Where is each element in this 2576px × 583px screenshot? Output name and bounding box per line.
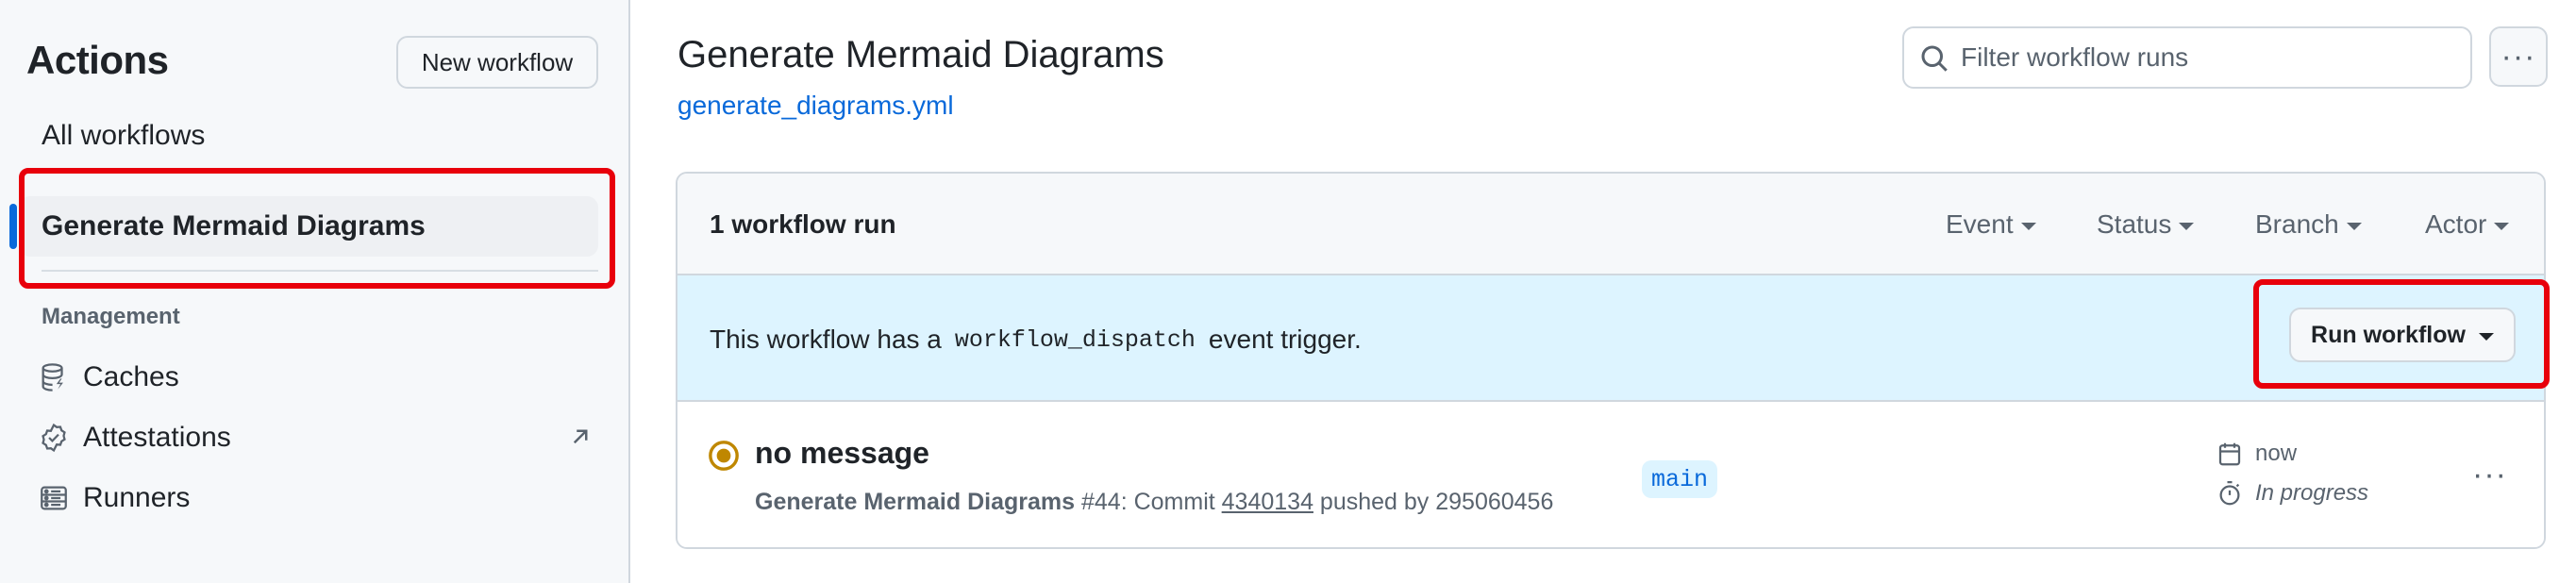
filter-event-dropdown[interactable]: Event (1946, 209, 2036, 240)
table-row[interactable]: no message Generate Mermaid Diagrams #44… (677, 402, 2544, 547)
sidebar-item-caches[interactable]: Caches (38, 347, 179, 408)
sidebar-divider (42, 270, 598, 272)
banner-text: This workflow has a workflow_dispatch even… (710, 325, 1362, 355)
run-title[interactable]: no message (755, 436, 929, 471)
filter-label: Branch (2255, 209, 2339, 239)
run-time-text: now (2255, 441, 2298, 466)
banner-prefix: This workflow has a (710, 325, 942, 354)
filter-placeholder: Filter workflow runs (1961, 42, 2189, 72)
run-duration: In progress (2216, 479, 2368, 508)
run-status-text: In progress (2255, 480, 2369, 506)
sidebar-item-label: Runners (83, 482, 191, 513)
sidebar-section-management: Management (42, 304, 180, 329)
external-link-icon (573, 429, 588, 444)
workflow-file-link[interactable]: generate_diagrams.yml (677, 91, 954, 121)
filter-workflow-runs-input[interactable]: Filter workflow runs (1902, 26, 2472, 89)
sidebar-item-label: Attestations (83, 422, 231, 453)
database-icon (38, 361, 70, 393)
filter-actor-dropdown[interactable]: Actor (2425, 209, 2510, 240)
stopwatch-icon (2219, 481, 2240, 506)
chevron-down-icon (2346, 223, 2362, 230)
sidebar-title: Actions (26, 38, 169, 82)
highlight-box-run-workflow (2253, 279, 2550, 389)
run-meta: Generate Mermaid Diagrams #44: Commit 43… (755, 489, 1553, 516)
server-icon (38, 482, 70, 514)
filter-label: Event (1946, 209, 2014, 239)
calendar-icon (2218, 442, 2241, 466)
new-workflow-button[interactable]: New workflow (396, 36, 598, 89)
verified-icon (38, 422, 70, 454)
run-workflow-name: Generate Mermaid Diagrams (755, 489, 1076, 515)
banner-suffix: event trigger. (1208, 325, 1362, 354)
sidebar-item-attestations[interactable]: Attestations (38, 408, 594, 468)
more-options-button[interactable]: ··· (2489, 26, 2548, 87)
run-time: now (2216, 440, 2297, 468)
sidebar: Actions New workflow All workflows Gener… (0, 0, 630, 583)
row-more-options-button[interactable]: ··· (2472, 457, 2507, 493)
chevron-down-icon (2494, 223, 2510, 230)
search-icon (1921, 45, 1948, 72)
active-indicator (9, 204, 17, 249)
commit-link[interactable]: 4340134 (1222, 489, 1313, 515)
sidebar-item-runners[interactable]: Runners (38, 468, 190, 528)
run-meta-mid: #44: Commit (1075, 489, 1222, 515)
filter-branch-dropdown[interactable]: Branch (2255, 209, 2362, 240)
chevron-down-icon (2020, 223, 2036, 230)
in-progress-status-icon (709, 441, 739, 471)
filter-status-dropdown[interactable]: Status (2097, 209, 2195, 240)
runs-header: 1 workflow run Event Status Branch Actor (677, 174, 2544, 275)
page-title: Generate Mermaid Diagrams (677, 34, 1164, 75)
filter-label: Actor (2425, 209, 2487, 239)
branch-badge[interactable]: main (1642, 460, 1718, 498)
banner-code: workflow_dispatch (954, 325, 1196, 354)
sidebar-item-label: Caches (83, 361, 179, 392)
filter-label: Status (2097, 209, 2172, 239)
run-meta-end: pushed by 295060456 (1313, 489, 1554, 515)
runs-count: 1 workflow run (710, 209, 896, 239)
sidebar-item-all-workflows[interactable]: All workflows (42, 106, 205, 166)
chevron-down-icon (2179, 223, 2195, 230)
